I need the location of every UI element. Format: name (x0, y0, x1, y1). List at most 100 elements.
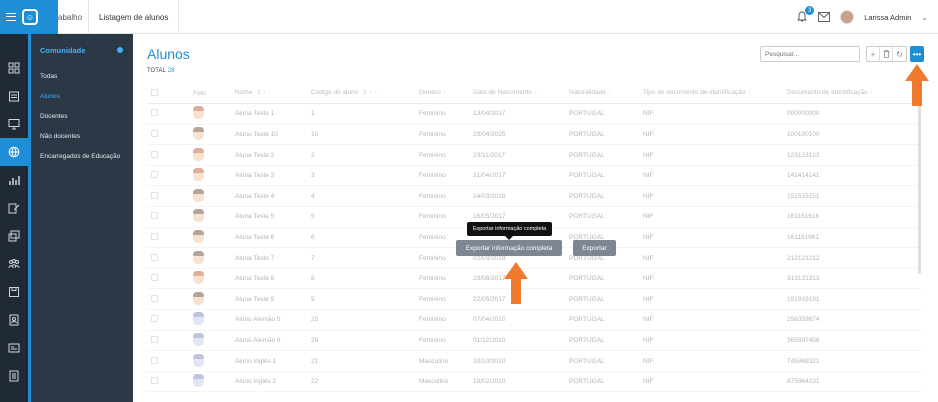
row-checkbox[interactable] (151, 109, 158, 117)
submenu-header[interactable]: Comunidade (31, 34, 133, 66)
header-nome[interactable]: Nome 1 ↑ ⫶ (231, 83, 307, 105)
rail-edit-icon[interactable] (0, 194, 28, 222)
cell-tipo-documento: NIF (639, 124, 783, 146)
submenu-toggle-icon[interactable] (117, 47, 123, 53)
row-checkbox[interactable] (151, 150, 158, 158)
row-checkbox[interactable] (151, 274, 158, 282)
select-all-checkbox[interactable] (151, 88, 158, 96)
more-options-button[interactable]: ••• (910, 46, 924, 62)
row-checkbox[interactable] (151, 212, 158, 220)
cell-naturalidade: PORTUGAL (565, 165, 639, 187)
rail-contact-icon[interactable] (0, 306, 28, 334)
user-name[interactable]: Larissa Admin (864, 13, 911, 22)
row-checkbox[interactable] (151, 294, 158, 302)
row-checkbox-cell[interactable] (147, 330, 189, 352)
submenu-item-docentes[interactable]: Docentes (31, 106, 133, 126)
table-row[interactable]: Aluna Teste 3 3 Feminino 21/04/2017 PORTUGAL… (147, 165, 923, 187)
filter-icon[interactable]: ⫶ (748, 89, 750, 96)
cell-codigo: 25 (307, 309, 415, 331)
row-checkbox-cell[interactable] (147, 309, 189, 331)
header-documento[interactable]: Documento de Identificação ⫶ (783, 83, 923, 105)
menu-icon[interactable] (6, 13, 16, 21)
submenu-item-todas[interactable]: Todas (31, 66, 133, 86)
header-codigo[interactable]: Código do aluno 2 ↑ ⫶ (307, 83, 415, 105)
row-checkbox-cell[interactable] (147, 206, 189, 228)
rail-monitor-icon[interactable] (0, 110, 28, 138)
filter-icon[interactable]: ⫶ (535, 89, 537, 96)
table-row[interactable]: Aluna Teste 1 1 Feminino 13/04/2017 PORTUGAL… (147, 103, 923, 125)
tab-previous[interactable]: abalho (54, 0, 88, 34)
row-checkbox[interactable] (151, 232, 158, 240)
row-checkbox-cell[interactable] (147, 124, 189, 146)
table-row[interactable]: Aluno Inglês 2 22 Masculino 18/02/2010 PORTU… (147, 371, 923, 393)
trash-icon[interactable] (880, 47, 893, 61)
tab-previous-label: abalho (58, 12, 83, 22)
filter-icon[interactable]: ⫶ (444, 89, 446, 96)
row-checkbox-cell[interactable] (147, 350, 189, 372)
table-row[interactable]: Aluna Teste 9 9 Feminino 22/05/2017 PORTUGAL… (147, 288, 923, 311)
row-photo-cell (189, 350, 231, 372)
header-tipo-documento[interactable]: Tipo de documento de identificação ⫶ (639, 83, 783, 105)
row-checkbox-cell[interactable] (147, 103, 189, 125)
table-row[interactable]: Aluno Alemão 5 25 Feminino 07/04/2010 PORTUG… (147, 309, 923, 331)
filter-icon[interactable]: ⫶ (269, 89, 271, 96)
submenu-item-nao-docentes[interactable]: Não docentes (31, 126, 133, 146)
table-row[interactable]: Aluna Teste 8 8 Feminino 23/06/2017 PORTUGAL… (147, 268, 923, 290)
refresh-icon[interactable]: ↻ (893, 47, 906, 61)
header-data-nascimento[interactable]: Data de Nascimento ⫶ (469, 83, 565, 105)
row-checkbox[interactable] (151, 356, 158, 364)
sort-nome-indicator[interactable]: 1 ↑ (257, 89, 266, 96)
filter-icon[interactable]: ⫶ (609, 89, 611, 96)
header-select-all[interactable] (147, 83, 189, 105)
add-icon[interactable]: + (867, 47, 880, 61)
submenu-item-encarregados[interactable]: Encarregados de Educação (31, 146, 133, 166)
rail-save-icon[interactable] (0, 278, 28, 306)
rail-users-icon[interactable] (0, 250, 28, 278)
table-row[interactable]: Aluna Teste 4 4 Feminino 14/03/2018 PORTUGAL… (147, 185, 923, 208)
row-checkbox[interactable] (151, 315, 158, 323)
row-checkbox[interactable] (151, 377, 158, 385)
sort-codigo-indicator[interactable]: 2 ↑ (363, 89, 372, 96)
table-row[interactable]: Aluno Teste 10 10 Feminino 29/04/2025 PORTUG… (147, 124, 923, 146)
rail-dashboard-icon[interactable] (0, 54, 28, 82)
table-row[interactable]: Aluno Alemão 6 26 Feminino 01/12/2010 PORTUG… (147, 330, 923, 352)
row-checkbox-cell[interactable] (147, 268, 189, 290)
row-checkbox-cell[interactable] (147, 247, 189, 269)
table-scrollbar[interactable] (918, 84, 921, 274)
app-logo[interactable]: ☺ (22, 9, 38, 25)
header-naturalidade[interactable]: Naturalidade ⫶ (565, 83, 639, 105)
notifications-bell-icon[interactable]: 3 (796, 6, 815, 23)
export-tooltip: Exportar informação completa (467, 222, 552, 240)
row-checkbox-cell[interactable] (147, 185, 189, 208)
row-checkbox[interactable] (151, 171, 158, 179)
user-avatar[interactable] (840, 10, 855, 24)
search-input[interactable] (760, 46, 860, 62)
row-checkbox-cell[interactable] (147, 144, 189, 166)
rail-chart-icon[interactable] (0, 166, 28, 194)
row-checkbox[interactable] (151, 335, 158, 343)
export-full-button[interactable]: Exportar informação completa (456, 240, 562, 256)
filter-icon[interactable]: ⫶ (375, 89, 377, 96)
cell-tipo-documento: NIF (639, 268, 783, 290)
row-checkbox[interactable] (151, 191, 158, 199)
rail-calendar-icon[interactable] (0, 82, 28, 110)
rail-community-globe-icon[interactable] (0, 138, 28, 166)
submenu-item-alunos[interactable]: Alunos (31, 86, 133, 106)
tab-listagem-de-alunos[interactable]: Listagem de alunos (88, 0, 180, 34)
row-checkbox-cell[interactable] (147, 165, 189, 187)
rail-copy-icon[interactable] (0, 222, 28, 250)
row-checkbox[interactable] (151, 253, 158, 261)
header-genero[interactable]: Genero ⫶ (415, 83, 469, 105)
table-row[interactable]: Aluna Teste 2 2 Feminino 23/11/2017 PORTUGAL… (147, 144, 923, 166)
mail-icon[interactable] (818, 12, 831, 22)
chevron-down-icon[interactable]: ⌄ (921, 13, 928, 22)
rail-id-card-icon[interactable] (0, 334, 28, 362)
row-checkbox-cell[interactable] (147, 371, 189, 393)
export-button[interactable]: Exportar (573, 240, 616, 256)
filter-icon[interactable]: ⫶ (871, 89, 873, 96)
row-checkbox[interactable] (151, 129, 158, 137)
table-row[interactable]: Aluno Inglês 1 21 Masculino 20/10/2010 PORTU… (147, 350, 923, 372)
row-checkbox-cell[interactable] (147, 227, 189, 249)
rail-document-icon[interactable] (0, 362, 28, 390)
row-checkbox-cell[interactable] (147, 288, 189, 311)
